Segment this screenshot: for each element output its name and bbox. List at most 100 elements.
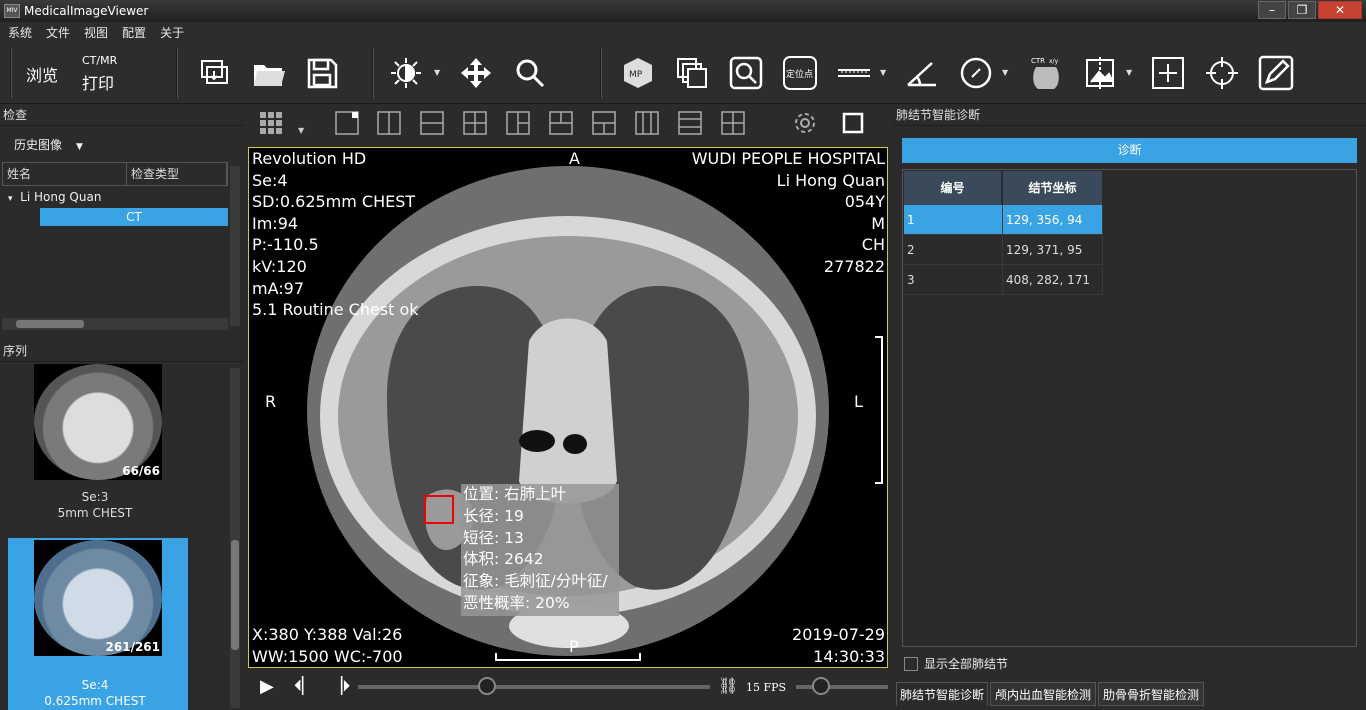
layout-1-2-button[interactable] (505, 110, 531, 136)
next-frame-icon[interactable]: ▕⏵ (330, 676, 350, 696)
column-name[interactable]: 姓名 (3, 163, 127, 185)
angle-button[interactable] (900, 50, 944, 96)
menu-file[interactable]: 文件 (46, 24, 70, 41)
layout-single-icon (335, 111, 359, 135)
column-type[interactable]: 检查类型 (127, 163, 227, 185)
mpr-button[interactable]: MP (616, 50, 660, 96)
table-row-coord[interactable]: 129, 371, 95 (1003, 235, 1103, 265)
menu-about[interactable]: 关于 (160, 24, 184, 41)
series-thumbnail[interactable]: 66/66 (34, 364, 162, 480)
scroll-thumb[interactable] (16, 320, 84, 328)
check-vertical-scrollbar[interactable] (230, 166, 240, 326)
layout-quad-icon (463, 111, 487, 135)
series-vertical-scrollbar[interactable] (230, 368, 240, 708)
grid-layout-button[interactable] (258, 110, 284, 136)
study-modality-item[interactable]: CT (40, 208, 228, 226)
previous-frame-icon[interactable]: ⏴▏ (294, 676, 314, 696)
browse-button[interactable]: 浏览 (26, 62, 58, 86)
ruler-dropdown-icon[interactable]: ▼ (880, 68, 886, 77)
fps-slider-handle[interactable] (812, 677, 830, 695)
ctr-button[interactable]: CTR x/y (1024, 50, 1068, 96)
ellipse-roi-button[interactable] (954, 50, 998, 96)
layout-1x3-button[interactable] (634, 110, 660, 136)
nodule-marker[interactable] (424, 495, 454, 524)
frame-slider-handle[interactable] (478, 677, 496, 695)
history-dropdown[interactable]: 历史图像 ▼ (14, 136, 83, 153)
save-button[interactable] (300, 50, 344, 96)
layout-3x1-button[interactable] (677, 110, 703, 136)
zoom-button[interactable] (508, 50, 552, 96)
tab-rib-fracture-detection[interactable]: 肋骨骨折智能检测 (1098, 682, 1204, 706)
roi-zoom-button[interactable] (724, 50, 768, 96)
target-icon (1206, 57, 1238, 89)
transform-dropdown-icon[interactable]: ▼ (1126, 68, 1132, 77)
show-all-checkbox[interactable] (904, 656, 918, 671)
layout-2x1-button[interactable] (419, 110, 445, 136)
check-horizontal-scrollbar[interactable] (2, 318, 228, 330)
grid-dropdown-icon[interactable]: ▼ (298, 126, 304, 135)
open-folder-button[interactable] (246, 50, 290, 96)
table-row-coord[interactable]: 129, 356, 94 (1003, 205, 1103, 235)
minimize-button[interactable]: – (1258, 1, 1286, 19)
layout-1x2-button[interactable] (376, 110, 402, 136)
main-toolbar: 浏览 CT/MR 打印 ▼ MP 定位点 ▼ ▼ CTR x/y ▼ (0, 42, 1366, 104)
ctr-ratio-label: x/y (1049, 58, 1059, 65)
series-thumbnail[interactable]: 261/261 (34, 540, 162, 656)
nodule-table: 编号 结节坐标 1 129, 356, 94 2 129, 371, 95 3 … (902, 169, 1357, 647)
image-viewport[interactable]: Revolution HD Se:4 SD:0.625mm CHEST Im:94 P:… (248, 147, 888, 668)
maximize-button[interactable]: ❐ (1288, 1, 1316, 19)
show-all-nodules-toggle[interactable]: 显示全部肺结节 (904, 655, 1008, 672)
patient-name: Li Hong Quan (20, 190, 102, 204)
save-icon (307, 58, 338, 89)
target-button[interactable] (1200, 50, 1244, 96)
image-flip-button[interactable] (1078, 50, 1122, 96)
menu-view[interactable]: 视图 (84, 24, 108, 41)
close-button[interactable]: ✕ (1318, 1, 1362, 19)
table-row-id[interactable]: 3 (904, 265, 1003, 295)
locate-point-label: 定位点 (786, 68, 813, 80)
frame-slider[interactable] (358, 685, 710, 689)
series-description: 0.625mm CHEST (44, 694, 146, 708)
diagnose-button[interactable]: 诊断 (902, 138, 1357, 163)
layout-1x1-button[interactable] (334, 110, 360, 136)
table-row-coord[interactable]: 408, 282, 171 (1003, 265, 1103, 295)
menu-config[interactable]: 配置 (122, 24, 146, 41)
annotate-button[interactable] (1254, 50, 1298, 96)
brightness-button[interactable] (384, 50, 428, 96)
link-icon[interactable]: ⛓ (718, 676, 738, 695)
scroll-thumb[interactable] (231, 540, 239, 650)
edit-pencil-icon (1258, 55, 1294, 91)
title-bar: MIV MedicalImageViewer – ❐ ✕ (0, 0, 1366, 22)
settings-button[interactable] (792, 110, 818, 136)
series-description: 5mm CHEST (57, 506, 133, 520)
crosshair-box-button[interactable] (1146, 50, 1190, 96)
cine-playbar: ▶ ⏴▏ ▕⏵ ⛓ 15 FPS (248, 670, 888, 710)
fps-slider[interactable] (796, 685, 888, 689)
menu-system[interactable]: 系统 (8, 24, 32, 41)
layout-2x2-button[interactable] (462, 110, 488, 136)
brightness-icon (391, 58, 421, 88)
expand-arrow-icon[interactable]: ▾ (8, 194, 13, 204)
layout-3x3-button[interactable] (720, 110, 746, 136)
brightness-dropdown-icon[interactable]: ▼ (434, 68, 440, 77)
import-button[interactable] (192, 50, 236, 96)
layout-2-1b-button[interactable] (591, 110, 617, 136)
pan-button[interactable] (454, 50, 498, 96)
column-coordinates[interactable]: 结节坐标 (1003, 171, 1103, 205)
ruler-button[interactable] (832, 50, 876, 96)
nodule-location: 位置: 右肺上叶 (463, 485, 567, 503)
table-row-id[interactable]: 2 (904, 235, 1003, 265)
tab-nodule-diagnosis[interactable]: 肺结节智能诊断 (896, 682, 988, 706)
check-panel: 检查 历史图像 ▼ 姓名 检查类型 ▾ Li Hong Quan CT (0, 104, 244, 338)
locate-point-button[interactable]: 定位点 (778, 50, 822, 96)
layout-2-1-button[interactable] (548, 110, 574, 136)
patient-tree-item[interactable]: ▾ Li Hong Quan (8, 190, 101, 204)
play-icon[interactable]: ▶ (260, 676, 274, 697)
ellipse-dropdown-icon[interactable]: ▼ (1002, 68, 1008, 77)
tab-hemorrhage-detection[interactable]: 颅内出血智能检测 (990, 682, 1096, 706)
column-id[interactable]: 编号 (904, 171, 1002, 205)
table-row-id[interactable]: 1 (904, 205, 1003, 235)
fullscreen-button[interactable] (840, 110, 866, 136)
print-button[interactable]: 打印 (82, 70, 114, 94)
stack-button[interactable] (670, 50, 714, 96)
